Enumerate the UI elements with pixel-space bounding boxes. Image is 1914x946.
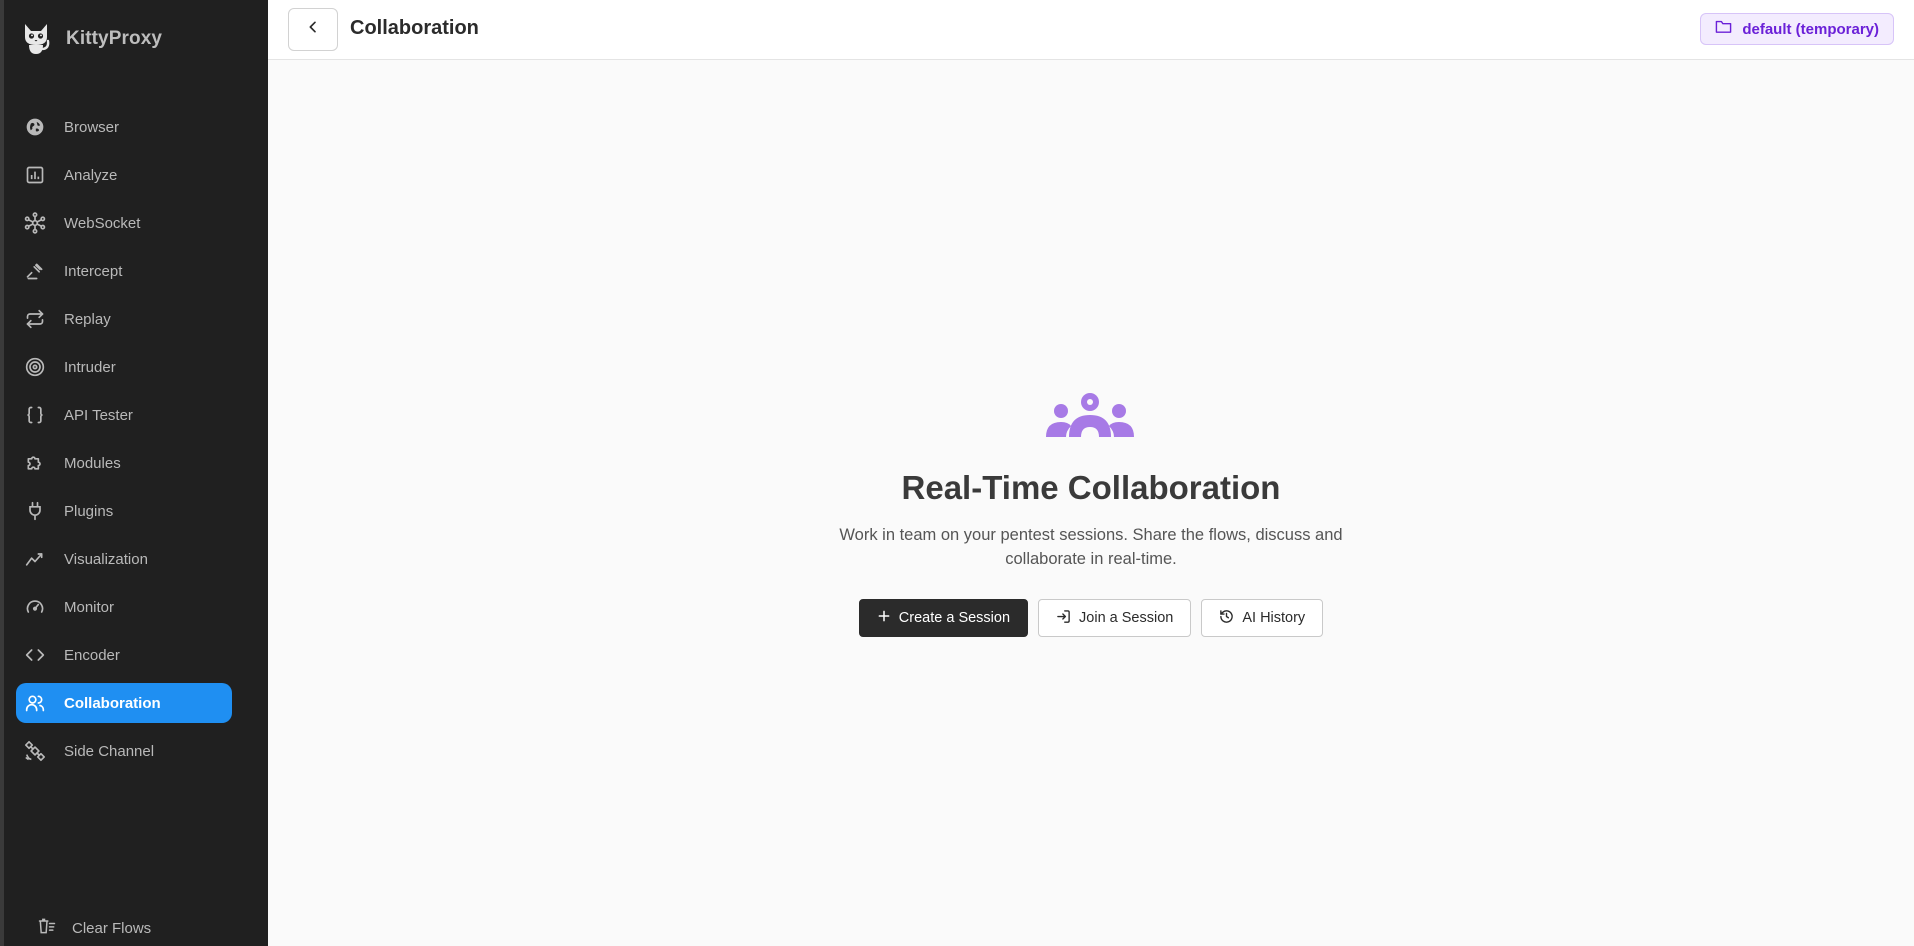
sidebar-item-monitor[interactable]: Monitor: [16, 587, 232, 627]
plus-icon: [877, 609, 891, 627]
ai-history-button[interactable]: AI History: [1201, 599, 1324, 637]
plug-icon: [24, 500, 46, 522]
hero-description: Work in team on your pentest sessions. S…: [791, 523, 1391, 571]
create-session-button[interactable]: Create a Session: [858, 599, 1029, 637]
chevron-left-icon: [305, 19, 321, 40]
hero-title: Real-Time Collaboration: [901, 469, 1281, 506]
team-icon: [1044, 391, 1136, 443]
sidebar-item-modules[interactable]: Modules: [16, 443, 232, 483]
sidebar-item-collaboration[interactable]: Collaboration: [16, 683, 232, 723]
sidebar-item-api-tester[interactable]: API Tester: [16, 395, 232, 435]
sidebar-item-label: WebSocket: [64, 214, 141, 232]
sidebar-item-side-channel[interactable]: Side Channel: [16, 731, 232, 771]
sidebar-item-label: Collaboration: [64, 694, 161, 712]
sidebar-nav: Browser Analyze WebSocket Intercept Repl…: [16, 107, 232, 779]
sidebar-item-encoder[interactable]: Encoder: [16, 635, 232, 675]
code-icon: [24, 644, 46, 666]
globe-icon: [24, 116, 46, 138]
trend-icon: [24, 548, 46, 570]
users-icon: [24, 692, 46, 714]
sidebar-item-intercept[interactable]: Intercept: [16, 251, 232, 291]
sidebar-item-label: Browser: [64, 118, 120, 136]
sidebar-edge: [0, 0, 4, 946]
bar-chart-icon: [24, 164, 46, 186]
login-icon: [1056, 609, 1071, 628]
sidebar-item-visualization[interactable]: Visualization: [16, 539, 232, 579]
action-buttons: Create a Session Join a Session AI Histo…: [268, 599, 1914, 637]
sidebar-item-plugins[interactable]: Plugins: [16, 491, 232, 531]
puzzle-icon: [24, 452, 46, 474]
sidebar-item-label: Intruder: [64, 358, 116, 376]
target-icon: [24, 356, 46, 378]
repeat-icon: [24, 308, 46, 330]
gauge-icon: [24, 596, 46, 618]
brand[interactable]: KittyProxy: [20, 20, 162, 58]
sidebar-item-label: Plugins: [64, 502, 114, 520]
folder-icon: [1715, 19, 1732, 39]
trash-icon: [36, 916, 58, 941]
project-selector-button[interactable]: default (temporary): [1700, 13, 1894, 45]
network-icon: [24, 212, 46, 234]
sidebar-item-label: Side Channel: [64, 742, 155, 760]
back-button[interactable]: [288, 8, 338, 51]
ai-history-label: AI History: [1242, 610, 1306, 626]
history-icon: [1219, 609, 1234, 628]
clear-flows-label: Clear Flows: [72, 920, 152, 937]
braces-icon: [24, 404, 46, 426]
create-session-label: Create a Session: [898, 610, 1011, 626]
sidebar-item-label: Monitor: [64, 598, 115, 616]
join-session-label: Join a Session: [1079, 610, 1174, 626]
sidebar-item-intruder[interactable]: Intruder: [16, 347, 232, 387]
cat-logo-icon: [20, 20, 52, 58]
sidebar: KittyProxy Browser Analyze WebSocket Int…: [0, 0, 268, 946]
sidebar-item-analyze[interactable]: Analyze: [16, 155, 232, 195]
join-session-button[interactable]: Join a Session: [1038, 599, 1192, 637]
gavel-icon: [24, 260, 46, 282]
sidebar-item-label: Analyze: [64, 166, 118, 184]
hero-description-line-1: Work in team on your pentest sessions. S…: [839, 526, 1343, 544]
sidebar-item-replay[interactable]: Replay: [16, 299, 232, 339]
hero-description-line-2: collaborate in real-time.: [1005, 550, 1177, 568]
sidebar-item-websocket[interactable]: WebSocket: [16, 203, 232, 243]
sidebar-item-label: Replay: [64, 310, 111, 328]
main-content: Real-Time Collaboration Work in team on …: [268, 61, 1914, 946]
app-name: KittyProxy: [66, 28, 163, 49]
page-title: Collaboration: [350, 17, 479, 39]
topbar: Collaboration default (temporary): [268, 0, 1914, 60]
satellite-icon: [24, 740, 46, 762]
sidebar-item-label: Encoder: [64, 646, 120, 664]
sidebar-item-browser[interactable]: Browser: [16, 107, 232, 147]
sidebar-item-label: Modules: [64, 454, 121, 472]
clear-flows-button[interactable]: Clear Flows: [36, 916, 151, 941]
sidebar-item-label: API Tester: [64, 406, 133, 424]
project-label: default (temporary): [1742, 20, 1879, 38]
sidebar-item-label: Visualization: [64, 550, 148, 568]
sidebar-item-label: Intercept: [64, 262, 123, 280]
